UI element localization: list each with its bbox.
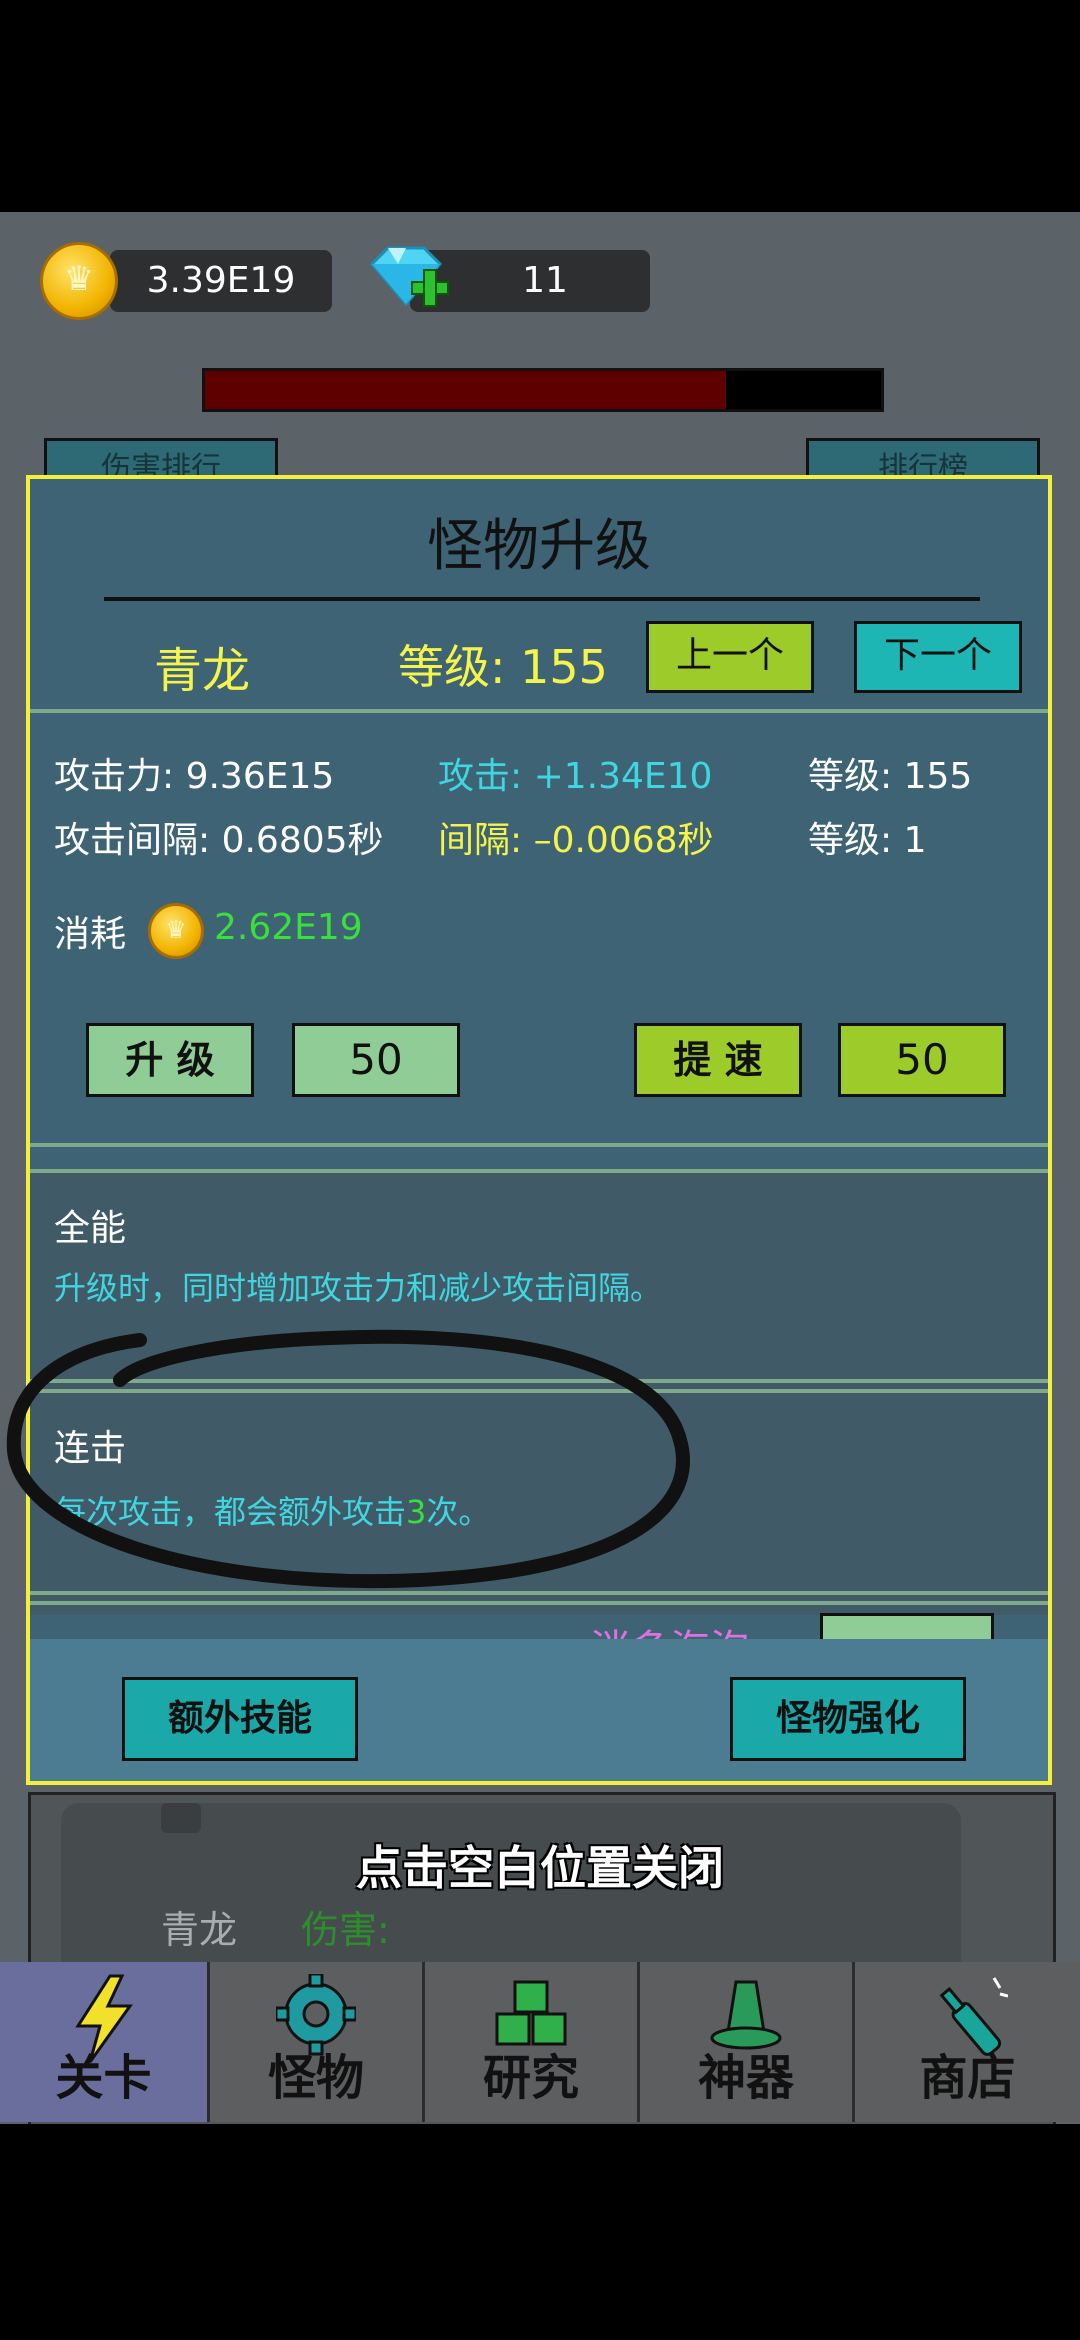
nav-shop-label: 商店 [919, 2050, 1016, 2106]
close-hint[interactable]: 点击空白位置关闭 [0, 1832, 1080, 1898]
bg-damage-label: 伤害: [301, 1908, 390, 1952]
monster-level: 等级: 155 [398, 640, 608, 694]
attack-level: 等级: 155 [808, 756, 973, 797]
skill-name: 全能 [54, 1208, 127, 1249]
gold-counter: 3.39E19 [110, 250, 332, 312]
nav-artifact[interactable]: 神器 [640, 1962, 855, 2122]
monster-health-fill [205, 371, 726, 409]
speedup-button[interactable]: 提 速 [634, 1023, 802, 1097]
gem-value: 11 [522, 260, 568, 301]
attack-gain: 攻击: +1.34E10 [438, 756, 713, 797]
section-rule [30, 709, 1048, 713]
bg-monster-name: 青龙 [161, 1908, 238, 1952]
gold-value: 3.39E19 [146, 260, 296, 301]
bottom-nav: 关卡 怪物 研究 神器 商店 [0, 1962, 1080, 2122]
prev-monster-button[interactable]: 上一个 [646, 621, 814, 693]
hand-drawn-circle-annotation [6, 1329, 690, 1589]
cost-label: 消耗 [54, 914, 127, 955]
monster-name: 青龙 [154, 643, 251, 699]
interval-gain: 间隔: –0.0068秒 [438, 820, 714, 861]
nav-monster-label: 怪物 [267, 2050, 364, 2106]
dialog-footer: 额外技能 怪物强化 [30, 1639, 1048, 1781]
upgrade-button[interactable]: 升 级 [86, 1023, 254, 1097]
gold-coin-icon: ♛ [40, 242, 118, 320]
monster-thumb-icon [161, 1803, 201, 1833]
dialog-title: 怪物升级 [427, 514, 651, 579]
upgrade-count[interactable]: 50 [292, 1023, 460, 1097]
monster-health-bar [202, 368, 884, 412]
extra-skill-button[interactable]: 额外技能 [122, 1677, 358, 1761]
nav-research-label: 研究 [482, 2050, 579, 2106]
attack-power-stat: 攻击力: 9.36E15 [54, 756, 335, 797]
skill-description: 升级时，同时增加攻击力和减少攻击间隔。 [54, 1269, 663, 1307]
title-divider [104, 597, 980, 601]
cost-value: 2.62E19 [214, 907, 363, 948]
attack-interval-stat: 攻击间隔: 0.6805秒 [54, 820, 384, 861]
next-monster-button[interactable]: 下一个 [854, 621, 1022, 693]
nav-stage[interactable]: 关卡 [0, 1962, 210, 2122]
nav-stage-label: 关卡 [55, 2050, 152, 2106]
section-rule [30, 1143, 1048, 1147]
diamond-plus-icon[interactable] [362, 242, 454, 322]
nav-shop[interactable]: 商店 [855, 1962, 1080, 2122]
gold-coin-icon: ♛ [148, 903, 204, 959]
nav-monster[interactable]: 怪物 [210, 1962, 425, 2122]
speedup-count[interactable]: 50 [838, 1023, 1006, 1097]
nav-artifact-label: 神器 [697, 2050, 794, 2106]
interval-level: 等级: 1 [808, 820, 927, 861]
monster-enhance-button[interactable]: 怪物强化 [730, 1677, 966, 1761]
nav-research[interactable]: 研究 [425, 1962, 640, 2122]
